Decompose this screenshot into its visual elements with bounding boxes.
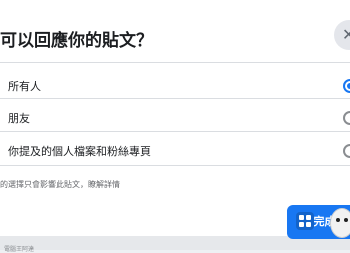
dialog-title: 可以回應你的貼文？ xyxy=(0,31,153,51)
mascot-icon xyxy=(330,208,350,238)
option-mentioned-profiles[interactable]: 你提及的個人檔案和粉絲專頁 xyxy=(0,137,350,165)
app-badge-icon xyxy=(296,212,314,230)
option-label: 所有人 xyxy=(8,80,41,93)
close-icon[interactable]: ✕ xyxy=(334,20,350,50)
option-label: 朋友 xyxy=(8,112,30,125)
option-divider xyxy=(0,98,350,99)
reply-permission-dialog: 可以回應你的貼文？ ✕ 所有人 朋友 你提及的個人檔案和粉絲專頁 的選擇只會影響… xyxy=(0,0,350,253)
footer-text: 電腦王阿達 xyxy=(4,246,35,253)
option-label: 你提及的個人檔案和粉絲專頁 xyxy=(8,145,151,158)
radio-unselected-icon[interactable] xyxy=(343,111,350,125)
option-friends[interactable]: 朋友 xyxy=(0,104,350,132)
option-everyone[interactable]: 所有人 xyxy=(0,72,350,100)
option-divider xyxy=(0,131,350,132)
radio-unselected-icon[interactable] xyxy=(343,144,350,158)
info-note[interactable]: 的選擇只會影響此貼文，瞭解詳情 xyxy=(0,179,120,190)
option-divider xyxy=(0,165,350,166)
title-divider xyxy=(0,62,350,63)
radio-selected-icon[interactable] xyxy=(343,79,350,93)
